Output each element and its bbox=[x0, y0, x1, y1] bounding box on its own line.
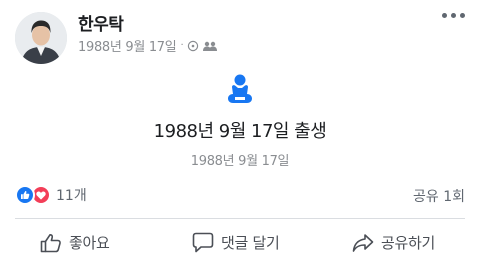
globe-icon[interactable] bbox=[187, 40, 199, 52]
like-label: 좋아요 bbox=[69, 234, 110, 252]
thumbs-up-icon bbox=[40, 233, 61, 252]
reactions-summary[interactable]: 11개 bbox=[15, 185, 87, 205]
profile-photo bbox=[15, 12, 67, 64]
comment-icon bbox=[192, 232, 214, 253]
more-options-button[interactable] bbox=[442, 13, 465, 18]
like-reaction-icon bbox=[15, 185, 35, 205]
more-dot bbox=[460, 13, 465, 18]
share-count[interactable]: 공유 1회 bbox=[413, 186, 465, 206]
share-label: 공유하기 bbox=[381, 234, 436, 252]
post-date[interactable]: 1988년 9월 17일 bbox=[78, 36, 177, 55]
baby-icon bbox=[228, 74, 252, 103]
life-event-title: 1988년 9월 17일 출생 bbox=[153, 121, 327, 142]
friends-icon[interactable] bbox=[203, 41, 218, 51]
share-icon bbox=[352, 233, 374, 252]
post-meta: 1988년 9월 17일 · bbox=[78, 36, 218, 55]
facebook-post: 한우탁 1988년 9월 17일 · 1988년 9월 17일 출생 1988년… bbox=[0, 0, 480, 269]
comment-label: 댓글 달기 bbox=[221, 234, 280, 252]
avatar[interactable] bbox=[15, 12, 67, 64]
author-name[interactable]: 한우탁 bbox=[78, 10, 124, 35]
share-button[interactable]: 공유하기 bbox=[352, 232, 435, 253]
more-dot bbox=[442, 13, 447, 18]
comment-button[interactable]: 댓글 달기 bbox=[192, 232, 280, 253]
reaction-count: 11개 bbox=[56, 188, 87, 204]
life-event-date: 1988년 9월 17일 bbox=[190, 154, 290, 169]
separator-dot: · bbox=[180, 40, 184, 51]
divider bbox=[15, 218, 465, 219]
more-dot bbox=[451, 13, 456, 18]
like-button[interactable]: 좋아요 bbox=[40, 232, 110, 253]
